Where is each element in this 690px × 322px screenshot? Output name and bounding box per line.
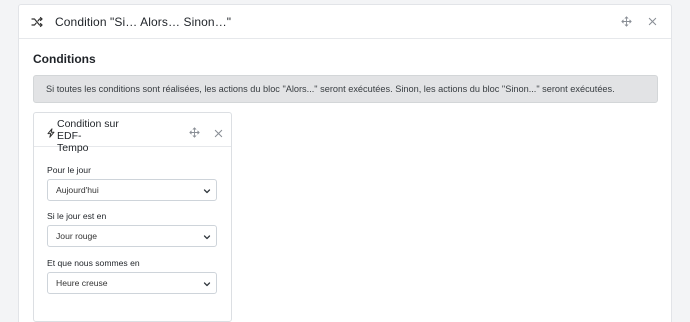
- day-color-label: Si le jour est en: [47, 211, 107, 221]
- condition-card-title-line2: Tempo: [57, 142, 89, 154]
- day-label: Pour le jour: [47, 165, 91, 175]
- chevron-down-icon: [203, 233, 211, 241]
- chevron-down-icon: [203, 187, 211, 195]
- hour-type-select-value: Heure creuse: [56, 278, 108, 288]
- condition-block-header: Condition "Si… Alors… Sinon…": [19, 5, 671, 39]
- close-icon[interactable]: [214, 125, 223, 143]
- day-select[interactable]: Aujourd'hui: [47, 179, 217, 201]
- condition-card-title: Condition sur EDF- Tempo: [57, 118, 137, 154]
- day-color-select[interactable]: Jour rouge: [47, 225, 217, 247]
- condition-block-title: Condition "Si… Alors… Sinon…": [55, 14, 232, 29]
- bolt-icon: [46, 125, 56, 138]
- shuffle-icon: [31, 16, 43, 28]
- hour-type-label: Et que nous sommes en: [47, 258, 140, 268]
- chevron-down-icon: [203, 280, 211, 288]
- move-icon[interactable]: [619, 15, 633, 29]
- hour-type-select[interactable]: Heure creuse: [47, 272, 217, 294]
- info-message: Si toutes les conditions sont réalisées,…: [33, 75, 658, 103]
- day-color-select-value: Jour rouge: [56, 231, 98, 241]
- condition-card-header: Condition sur EDF- Tempo: [34, 113, 231, 154]
- day-select-value: Aujourd'hui: [56, 185, 99, 195]
- move-icon[interactable]: [189, 125, 200, 143]
- condition-card: Condition sur EDF- Tempo Pour le jour Au…: [33, 112, 232, 322]
- condition-card-title-line1: Condition sur EDF-: [57, 118, 119, 142]
- close-icon[interactable]: [645, 15, 659, 29]
- section-title: Conditions: [33, 52, 96, 66]
